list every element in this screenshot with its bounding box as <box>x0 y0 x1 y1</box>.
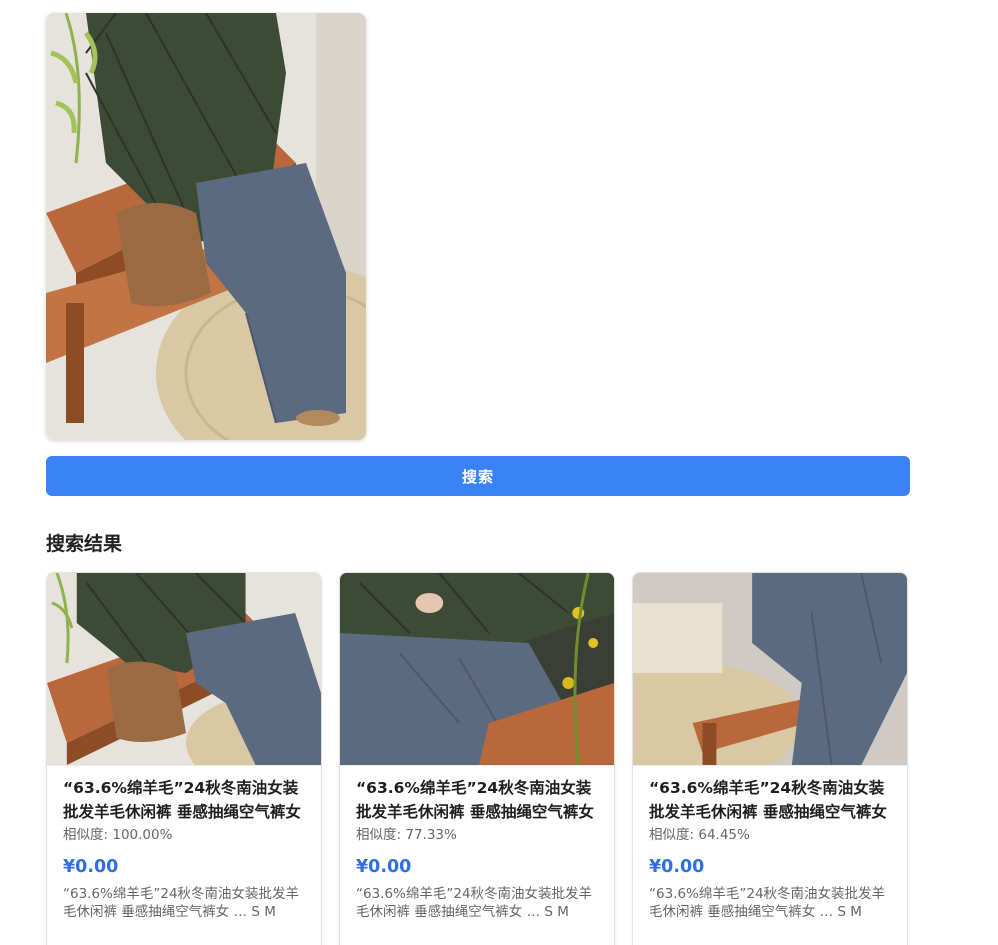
similarity: 相似度: 77.33% <box>356 825 598 845</box>
product-title[interactable]: “63.6%绵羊毛”24秋冬南油女装批发羊毛休闲裤 垂感抽绳空气裤女 <box>356 776 598 824</box>
product-image[interactable] <box>340 573 614 766</box>
product-description: “63.6%绵羊毛”24秋冬南油女装批发羊毛休闲裤 垂感抽绳空气裤女 … S M <box>649 886 886 920</box>
results-grid: “63.6%绵羊毛”24秋冬南油女装批发羊毛休闲裤 垂感抽绳空气裤女 相似度: … <box>46 572 910 945</box>
similarity-value: 77.33% <box>405 827 457 843</box>
product-title[interactable]: “63.6%绵羊毛”24秋冬南油女装批发羊毛休闲裤 垂感抽绳空气裤女 <box>649 776 891 824</box>
query-photo <box>46 13 366 440</box>
similarity: 相似度: 64.45% <box>649 825 891 845</box>
price: ¥0.00 <box>356 857 412 877</box>
product-image[interactable] <box>633 573 907 766</box>
product-photo <box>633 573 907 765</box>
product-photo <box>47 573 321 765</box>
image-search-page: 搜索 搜索结果 “63.6%绵羊毛”24秋冬南油女装批发羊毛休闲裤 垂感抽绳空气… <box>0 0 998 945</box>
product-card[interactable]: “63.6%绵羊毛”24秋冬南油女装批发羊毛休闲裤 垂感抽绳空气裤女 相似度: … <box>632 572 908 945</box>
similarity-value: 64.45% <box>698 827 750 843</box>
product-description: “63.6%绵羊毛”24秋冬南油女装批发羊毛休闲裤 垂感抽绳空气裤女 … S M <box>63 886 300 920</box>
card-body: “63.6%绵羊毛”24秋冬南油女装批发羊毛休闲裤 垂感抽绳空气裤女 相似度: … <box>340 766 614 921</box>
card-body: “63.6%绵羊毛”24秋冬南油女装批发羊毛休闲裤 垂感抽绳空气裤女 相似度: … <box>47 766 321 921</box>
query-image <box>46 13 366 440</box>
product-description: “63.6%绵羊毛”24秋冬南油女装批发羊毛休闲裤 垂感抽绳空气裤女 … S M <box>356 886 593 920</box>
similarity: 相似度: 100.00% <box>63 825 305 845</box>
product-title[interactable]: “63.6%绵羊毛”24秋冬南油女装批发羊毛休闲裤 垂感抽绳空气裤女 <box>63 776 305 824</box>
card-body: “63.6%绵羊毛”24秋冬南油女装批发羊毛休闲裤 垂感抽绳空气裤女 相似度: … <box>633 766 907 921</box>
product-image[interactable] <box>47 573 321 766</box>
product-card[interactable]: “63.6%绵羊毛”24秋冬南油女装批发羊毛休闲裤 垂感抽绳空气裤女 相似度: … <box>339 572 615 945</box>
product-photo <box>340 573 614 765</box>
search-button[interactable]: 搜索 <box>46 456 910 496</box>
results-heading: 搜索结果 <box>46 533 123 555</box>
price: ¥0.00 <box>649 857 705 877</box>
similarity-label: 相似度: <box>63 827 109 843</box>
similarity-label: 相似度: <box>649 827 695 843</box>
similarity-value: 100.00% <box>112 827 173 843</box>
similarity-label: 相似度: <box>356 827 402 843</box>
price: ¥0.00 <box>63 857 119 877</box>
product-card[interactable]: “63.6%绵羊毛”24秋冬南油女装批发羊毛休闲裤 垂感抽绳空气裤女 相似度: … <box>46 572 322 945</box>
